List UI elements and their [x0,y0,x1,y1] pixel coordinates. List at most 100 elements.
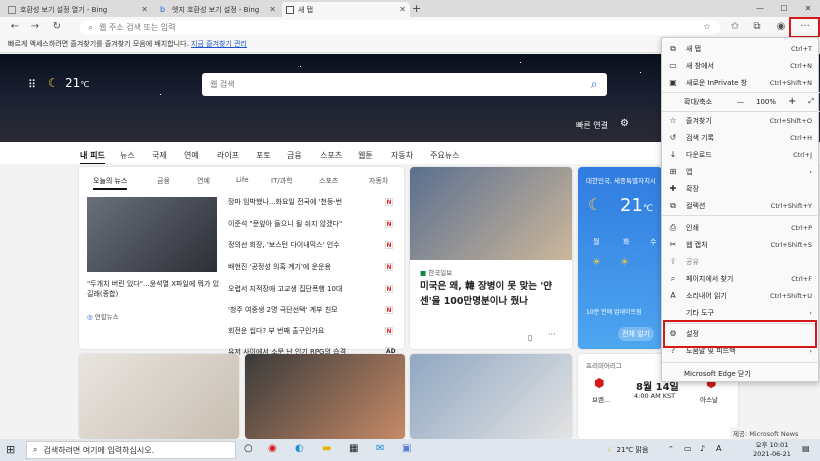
news-tab[interactable]: 금융 [157,176,170,186]
app-icon[interactable]: ▣ [402,443,411,454]
collections-icon[interactable]: ⧉ [750,20,764,34]
nav-item[interactable]: 자동차 [391,150,413,161]
nav-item[interactable]: 주요뉴스 [430,150,459,161]
network-icon[interactable]: ▭ [684,444,692,453]
menu-item-inprivate[interactable]: ▣ 새로운 InPrivate 창 Ctrl+Shift+N [662,74,820,91]
headline-item[interactable]: 회전운 씹다? 부 번째 출구인가요 [228,326,378,336]
close-icon[interactable]: ✕ [137,5,148,14]
minimize-button[interactable]: — [748,0,772,17]
feature-title[interactable]: 미국은 왜, 韓 장병이 못 맞는 '얀센'을 100만명분이나 줬나 [420,279,565,309]
favorites-icon[interactable]: ✩ [728,20,742,34]
nav-item[interactable]: 뉴스 [120,150,135,161]
profile-icon[interactable]: ◉ [774,20,788,34]
task-view-icon[interactable]: ○ [244,443,253,454]
fullscreen-icon[interactable]: ⤢ [808,97,814,106]
close-icon[interactable]: ✕ [395,5,406,14]
zoom-in-button[interactable]: + [788,96,796,107]
menu-item-find[interactable]: ⌕ 페이지에서 찾기 Ctrl+F [662,270,820,287]
volume-icon[interactable]: ♪ [700,444,705,453]
news-tab[interactable]: 스포츠 [319,176,338,186]
headline-item[interactable]: 장마 임박했나...화요일 전국에 '천둥·번 [228,197,378,207]
maximize-button[interactable]: ☐ [772,0,796,17]
close-window-button[interactable]: ✕ [796,0,820,17]
nav-item[interactable]: 스포츠 [320,150,342,161]
settings-icon[interactable]: ⚙ [620,118,629,129]
zoom-out-button[interactable]: — [737,98,744,106]
nav-my-feed[interactable]: 내 피드 [80,150,105,165]
tray-chevron-icon[interactable]: ⌃ [668,445,674,453]
tab-new[interactable]: 새 탭 ✕ [282,2,410,17]
news-image-card[interactable] [410,354,572,439]
ime-icon[interactable]: A [716,444,721,453]
weather-full-button[interactable]: 전체 일기 [618,327,654,341]
nav-item[interactable]: 국제 [152,150,167,161]
nav-item[interactable]: 포토 [256,150,271,161]
favbar-link[interactable]: 지금 즐겨찾기 관리 [191,40,247,48]
team-logo-icon: ⬢ [594,376,605,390]
back-icon[interactable]: ← [8,20,22,34]
headline-item[interactable]: '청주 여중생 2명 극단선택' 계부 친모 [228,305,378,315]
windows-start-icon[interactable]: ⊞ [6,443,15,456]
menu-item-favorites[interactable]: ☆ 즐겨찾기 Ctrl+Shift+O [662,112,820,129]
news-tab[interactable]: 자동차 [369,176,388,186]
headline-item[interactable]: 오렵서 지적장애 고교생 집단폭행 10대 [228,284,378,294]
feature-source-row: ■ 한국일보 [420,267,452,277]
more-options-icon[interactable]: ··· [548,330,556,339]
file-explorer-icon[interactable]: ▬ [322,443,331,454]
weather-card[interactable]: 대한민국, 세종특별자치시 ☾ 21℃ 월 화 수 ☀ ☀ 10분 전에 업데이… [578,167,662,349]
menu-label: 검색 기록 [686,133,714,142]
news-tab-today[interactable]: 오늘의 뉴스 [93,176,128,190]
menu-label: 새 창에서 [686,61,714,70]
edge-icon[interactable]: ◐ [295,443,304,454]
close-icon[interactable]: ✕ [265,5,276,14]
headline-item[interactable]: 이준석 "문앞아 들으니 될 쉬지 않겠다" [228,219,378,229]
main-story-image[interactable] [87,197,217,272]
menu-item-history[interactable]: ↺ 검색 기록 Ctrl+H [662,129,820,146]
mail-icon[interactable]: ✉ [376,443,384,454]
headline-item[interactable]: 배현진 '공정성 의혹 계기'에 운운용 [228,262,378,272]
menu-item-new-window[interactable]: ▭ 새 창에서 Ctrl+N [662,57,820,74]
taskbar-weather[interactable]: ☾ 21℃ 맑음 [608,445,648,455]
menu-item-capture[interactable]: ✂ 웹 캡처 Ctrl+Shift+S [662,236,820,253]
add-favorite-icon[interactable]: ☆ [700,20,714,34]
news-tab[interactable]: 연예 [197,176,210,186]
menu-item-new-tab[interactable]: ⧉ 새 탭 Ctrl+T [662,40,820,57]
apps-grid-icon[interactable]: ⠿ [28,78,36,91]
tab-1[interactable]: 호환성 보기 설정 열기 - Bing ✕ [4,2,152,17]
tab-2[interactable]: b 엣지 호환성 보기 설정 - Bing ✕ [156,2,280,17]
search-icon[interactable]: ⌕ [587,77,601,91]
menu-item-collections[interactable]: ⧉ 컬렉션 Ctrl+Shift+Y [662,197,820,214]
news-tab[interactable]: IT/과학 [271,176,293,186]
news-image-card[interactable] [245,354,405,439]
notification-icon[interactable]: ▤ [802,444,810,453]
nav-item[interactable]: 연예 [184,150,199,161]
web-search-box[interactable]: 웹 검색 ⌕ [202,73,607,96]
menu-item-close-edge[interactable]: Microsoft Edge 닫기 [662,365,820,382]
address-input[interactable]: ⌕ 웹 주소 검색 또는 입력 [80,20,720,35]
store-icon[interactable]: ▦ [349,443,358,454]
quick-links-label[interactable]: 빠른 연결 [576,120,608,131]
feature-story-image[interactable] [410,167,572,260]
main-story-caption[interactable]: "두개치 버린 있다"...윤석열 X파일에 뭐가 있길래(종합) [87,279,222,299]
clock[interactable]: 오후 10:01 2021-06-21 [748,441,796,459]
refresh-icon[interactable]: ↻ [50,20,64,34]
menu-item-read-aloud[interactable]: A 소리내어 읽기 Ctrl+Shift+U [662,287,820,304]
menu-item-share[interactable]: ⇪ 공유 [662,253,820,270]
hero-weather[interactable]: 21℃ [65,76,89,90]
menu-item-apps[interactable]: ⊞ 앱 › [662,163,820,180]
news-tab[interactable]: Life [236,176,249,184]
taskbar-search[interactable]: ⌕ 검색하려면 여기에 입력하십시오. [26,441,236,459]
menu-item-downloads[interactable]: ↓ 다운로드 Ctrl+J [662,146,820,163]
new-tab-button[interactable]: + [412,2,421,15]
menu-item-more-tools[interactable]: 기타 도구 › [662,304,820,321]
forward-icon[interactable]: → [28,20,42,34]
menu-item-extensions[interactable]: ✚ 확장 [662,180,820,197]
menu-item-print[interactable]: ⎙ 인쇄 Ctrl+P [662,219,820,236]
chrome-icon[interactable]: ◉ [268,443,277,454]
nav-item[interactable]: 금융 [287,150,302,161]
nav-item[interactable]: 라이프 [217,150,239,161]
nav-item[interactable]: 웹툰 [358,150,373,161]
save-icon[interactable]: ▯ [528,333,532,342]
news-image-card[interactable] [79,354,239,439]
headline-item[interactable]: 정의선 회장, '보스턴 다이내믹스' 인수 [228,240,378,250]
